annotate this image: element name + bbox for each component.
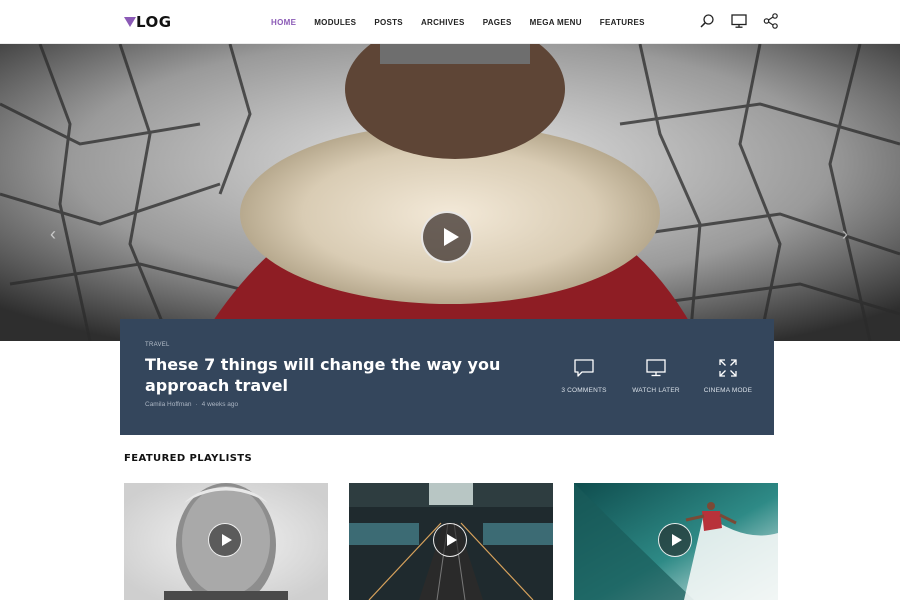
site-logo[interactable]: LOG <box>124 12 172 32</box>
watch-later-button[interactable]: WATCH LATER <box>620 357 692 394</box>
logo-v-icon <box>124 17 136 27</box>
logo-text: LOG <box>136 13 172 31</box>
nav-item-posts[interactable]: POSTS <box>374 18 403 27</box>
post-title[interactable]: These 7 things will change the way you a… <box>145 354 505 396</box>
post-meta: Camila Hoffman · 4 weeks ago <box>145 401 238 408</box>
comments-button[interactable]: 3 COMMENTS <box>548 357 620 394</box>
next-slide-icon[interactable]: › <box>842 224 858 244</box>
nav-item-features[interactable]: FEATURES <box>600 18 645 27</box>
site-header: LOG HOME MODULES POSTS ARCHIVES PAGES ME… <box>0 0 900 44</box>
comments-label: 3 COMMENTS <box>561 387 607 394</box>
post-date: 4 weeks ago <box>201 401 239 408</box>
playlist-item[interactable] <box>124 483 328 600</box>
section-title: FEATURED PLAYLISTS <box>124 453 253 464</box>
main-nav: HOME MODULES POSTS ARCHIVES PAGES MEGA M… <box>271 0 663 44</box>
watch-later-label: WATCH LATER <box>632 387 680 394</box>
hero-video[interactable]: ‹ › <box>0 44 900 341</box>
post-author[interactable]: Camila Hoffman <box>145 401 191 408</box>
play-button[interactable] <box>433 523 467 557</box>
nav-item-home[interactable]: HOME <box>271 18 296 27</box>
cinema-mode-button[interactable]: CINEMA MODE <box>692 357 764 394</box>
cinema-mode-label: CINEMA MODE <box>703 387 753 394</box>
share-icon[interactable] <box>762 12 780 30</box>
featured-post-card: TRAVEL These 7 things will change the wa… <box>120 319 774 435</box>
play-button[interactable] <box>208 523 242 557</box>
monitor-icon <box>646 359 666 377</box>
nav-item-modules[interactable]: MODULES <box>314 18 356 27</box>
meta-separator: · <box>195 401 198 408</box>
expand-icon <box>719 359 737 377</box>
search-icon[interactable] <box>698 12 716 30</box>
nav-item-archives[interactable]: ARCHIVES <box>421 18 465 27</box>
hero-image <box>0 44 900 341</box>
nav-item-pages[interactable]: PAGES <box>483 18 512 27</box>
header-actions <box>684 12 780 30</box>
comment-icon <box>574 359 594 377</box>
monitor-icon[interactable] <box>730 12 748 30</box>
play-button[interactable] <box>658 523 692 557</box>
prev-slide-icon[interactable]: ‹ <box>50 224 66 244</box>
play-button[interactable] <box>421 211 473 263</box>
post-actions: 3 COMMENTS WATCH LATER CINEMA MODE <box>548 357 764 394</box>
nav-item-mega-menu[interactable]: MEGA MENU <box>530 18 582 27</box>
playlist-item[interactable] <box>349 483 553 600</box>
post-category[interactable]: TRAVEL <box>145 342 170 348</box>
playlist-item[interactable] <box>574 483 778 600</box>
